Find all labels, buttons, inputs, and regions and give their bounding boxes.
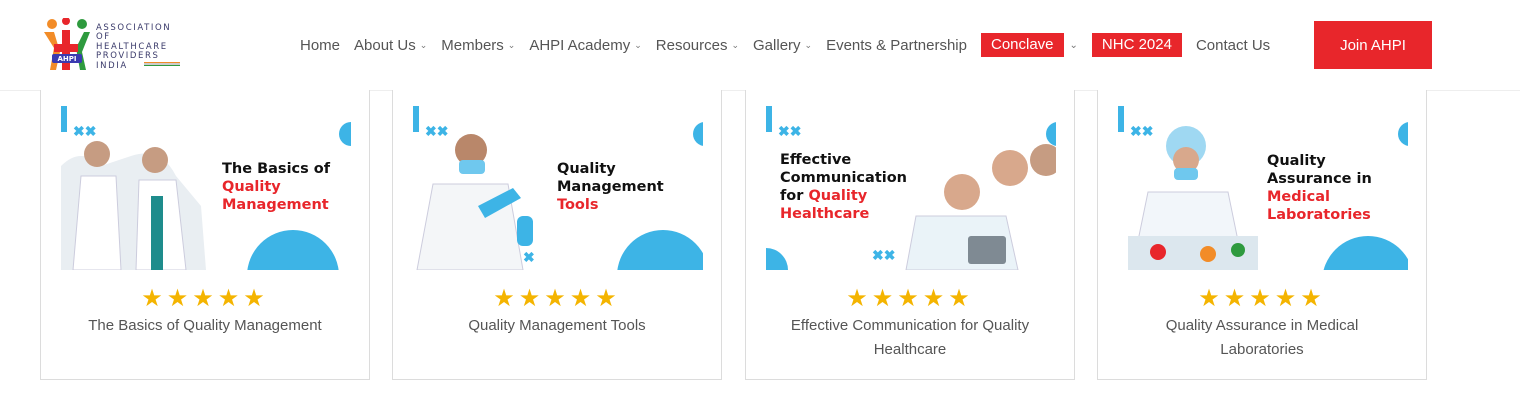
course-card[interactable]: ✖✖ ✖✖ Effective Communication for Qualit… [745, 90, 1075, 380]
chevron-down-icon: ⌄ [634, 39, 642, 50]
course-banner-image[interactable]: ✖✖ Quality Assurance in Medical Laborato… [1118, 106, 1408, 270]
course-title[interactable]: The Basics of Quality Management [71, 314, 339, 338]
nav-about-us-label: About Us [354, 36, 416, 54]
course-card[interactable]: ✖✖ The Basics of Quality Management ★★★★… [40, 90, 370, 380]
nav-contact-us[interactable]: Contact Us [1196, 37, 1270, 54]
nav-nhc-2024[interactable]: NHC 2024 [1091, 33, 1182, 57]
nav-home[interactable]: Home [300, 37, 340, 54]
banner-line-red: Tools [557, 197, 599, 213]
banner-line: Communication [780, 170, 908, 186]
chevron-down-icon: ⌄ [419, 39, 428, 50]
nav-events-label: Events & Partnership [826, 36, 967, 54]
nav-resources[interactable]: Resources ⌄ [656, 37, 739, 54]
nav-events-partnership[interactable]: Events & Partnership [826, 37, 967, 54]
banner-heading: The Basics of Quality Management [222, 160, 330, 214]
course-title[interactable]: Quality Assurance in Medical Laboratorie… [1128, 314, 1396, 362]
rating-stars: ★★★★★ [1198, 285, 1326, 312]
banner-line-red: Quality [222, 179, 281, 195]
nav-resources-label: Resources [655, 36, 728, 54]
banner-line: Effective [780, 152, 852, 168]
nav-about-us[interactable]: About Us ⌄ [354, 37, 427, 54]
chevron-down-icon: ⌄ [507, 39, 516, 50]
ahpi-logo[interactable]: AHPI ASSOCIATION OF HEALTHCARE PROVIDERS… [40, 17, 185, 74]
course-title[interactable]: Effective Communication for Quality Heal… [776, 314, 1044, 362]
main-nav: Home About Us ⌄ Members ⌄ AHPI Academy ⌄ Re… [300, 33, 1284, 57]
banner-line-red: Medical [1267, 189, 1330, 205]
svg-text:✖✖: ✖✖ [1130, 123, 1153, 139]
banner-heading: Quality Management Tools [557, 160, 664, 214]
banner-heading: Effective Communication for Quality Heal… [780, 151, 907, 223]
ahpi-logo-mark: AHPI [44, 17, 90, 70]
rating-stars: ★★★★★ [846, 285, 974, 312]
nav-home-label: Home [300, 36, 341, 54]
logo-line-1: ASSOCIATION OF [96, 23, 172, 43]
nav-gallery[interactable]: Gallery ⌄ [753, 37, 812, 54]
course-banner-image[interactable]: ✖✖ ✖✖ Effective Communication for Qualit… [766, 106, 1056, 270]
banner-line-red: Laboratories [1267, 207, 1371, 223]
banner-line: The Basics of [222, 161, 331, 177]
site-header: AHPI ASSOCIATION OF HEALTHCARE PROVIDERS… [0, 0, 1520, 91]
banner-line: Management [557, 179, 664, 195]
nav-members-label: Members [441, 36, 504, 54]
svg-text:✖✖: ✖✖ [425, 123, 448, 139]
tricolor-underline [144, 62, 180, 66]
course-card[interactable]: ✖✖ ✖ Quality Management Tools ★★★★★ Qual… [392, 90, 722, 380]
nav-contact-label: Contact Us [1195, 36, 1271, 54]
chevron-down-icon[interactable]: ⌄ [1070, 40, 1078, 51]
course-card[interactable]: ✖✖ Quality Assurance in Medical Laborato… [1097, 90, 1427, 380]
nav-members[interactable]: Members ⌄ [441, 37, 515, 54]
svg-text:✖: ✖ [523, 249, 535, 265]
banner-heading: Quality Assurance in Medical Laboratorie… [1267, 152, 1372, 224]
svg-text:✖✖: ✖✖ [73, 123, 96, 139]
rating-stars: ★★★★★ [493, 285, 621, 312]
course-banner-image[interactable]: ✖✖ The Basics of Quality Management [61, 106, 351, 270]
join-ahpi-button[interactable]: Join AHPI [1314, 21, 1432, 69]
course-banner-image[interactable]: ✖✖ ✖ Quality Management Tools [413, 106, 703, 270]
banner-line: Quality [1267, 153, 1326, 169]
banner-line-red: Management [222, 197, 329, 213]
chevron-down-icon: ⌄ [731, 39, 740, 50]
nav-gallery-label: Gallery [753, 36, 801, 54]
banner-line: Quality [557, 161, 616, 177]
rating-stars: ★★★★★ [141, 285, 269, 312]
banner-line: for [780, 188, 804, 204]
course-title[interactable]: Quality Management Tools [423, 314, 691, 338]
svg-text:✖✖: ✖✖ [778, 123, 801, 139]
svg-text:AHPI: AHPI [57, 55, 76, 63]
banner-line-red: Healthcare [780, 206, 870, 222]
nav-ahpi-academy-label: AHPI Academy [529, 36, 631, 54]
nav-ahpi-academy[interactable]: AHPI Academy ⌄ [529, 37, 641, 54]
banner-line-red: Quality [808, 188, 868, 204]
chevron-down-icon: ⌄ [804, 39, 813, 50]
nav-conclave[interactable]: Conclave [980, 33, 1064, 57]
svg-text:✖✖: ✖✖ [872, 247, 895, 263]
banner-line: Assurance in [1267, 171, 1372, 187]
